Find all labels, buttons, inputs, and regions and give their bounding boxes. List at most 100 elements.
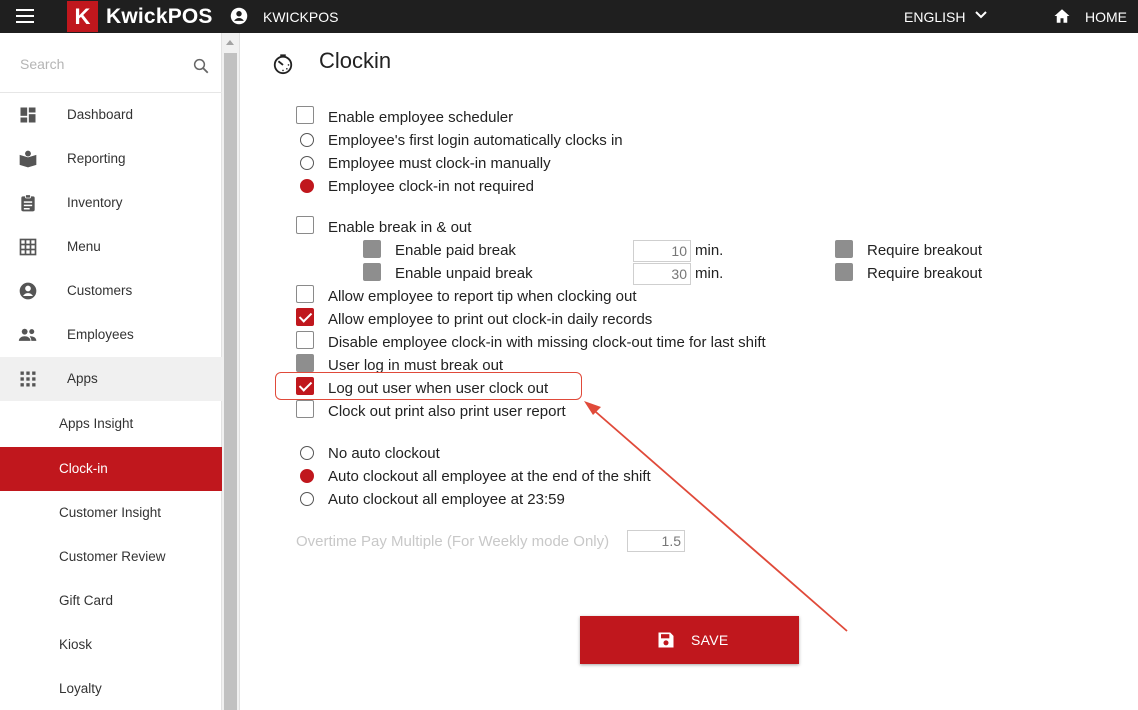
- clipboard-icon: [21, 194, 35, 212]
- sidebar-subitem-customer-insight[interactable]: Customer Insight: [0, 491, 222, 535]
- unpaid-require-breakout-checkbox[interactable]: [835, 263, 853, 281]
- sidebar-scrollbar[interactable]: [222, 33, 239, 710]
- reporting-icon: [19, 150, 37, 168]
- account-circle-icon[interactable]: [230, 7, 248, 25]
- sidebar-item-customers[interactable]: Customers: [0, 269, 222, 313]
- no-auto-clockout-label: No auto clockout: [328, 445, 440, 462]
- sidebar-item-apps[interactable]: Apps: [0, 357, 222, 401]
- no-auto-clockout-radio[interactable]: [300, 446, 314, 460]
- auto-clockout-shift-end-label: Auto clockout all employee at the end of…: [328, 468, 651, 485]
- sidebar-item-label: Inventory: [67, 195, 123, 210]
- sidebar-item-dashboard[interactable]: Dashboard: [0, 93, 222, 137]
- auto-clockout-2359-label: Auto clockout all employee at 23:59: [328, 491, 565, 508]
- apps-icon: [20, 371, 36, 387]
- main-content: Clockin Enable employee scheduler Employ…: [239, 33, 1138, 710]
- clockin-manual-radio[interactable]: [300, 156, 314, 170]
- save-button[interactable]: SAVE: [580, 616, 799, 664]
- overtime-multiplier-input[interactable]: [627, 530, 685, 552]
- sidebar-subitem-label: Customer Insight: [59, 505, 162, 520]
- unpaid-break-checkbox[interactable]: [363, 263, 381, 281]
- dashboard-icon: [20, 107, 36, 123]
- save-button-label: SAVE: [691, 632, 729, 648]
- overtime-label: Overtime Pay Multiple (For Weekly mode O…: [296, 533, 610, 550]
- sidebar-item-label: Apps: [67, 371, 98, 386]
- search-icon[interactable]: [192, 57, 210, 75]
- clockin-manual-label: Employee must clock-in manually: [328, 155, 551, 172]
- unpaid-require-breakout-label: Require breakout: [867, 265, 983, 282]
- unpaid-break-minutes-input[interactable]: [633, 263, 691, 285]
- people-icon: [18, 328, 37, 341]
- report-tip-checkbox[interactable]: [296, 285, 314, 303]
- auto-clockout-2359-radio[interactable]: [300, 492, 314, 506]
- paid-break-checkbox[interactable]: [363, 240, 381, 258]
- brand-name: KwickPOS: [106, 5, 213, 28]
- sidebar-item-label: Reporting: [67, 151, 126, 166]
- print-daily-records-label: Allow employee to print out clock-in dai…: [328, 311, 653, 328]
- sidebar-item-label: Menu: [67, 239, 101, 254]
- floppy-disk-icon: [658, 632, 674, 648]
- logout-on-clockout-label: Log out user when user clock out: [328, 380, 549, 397]
- hamburger-menu-icon[interactable]: [16, 9, 34, 24]
- must-break-out-label: User log in must break out: [328, 357, 504, 374]
- print-user-report-checkbox[interactable]: [296, 400, 314, 418]
- sidebar-item-label: Customers: [67, 283, 133, 298]
- page-title: Clockin: [319, 48, 392, 73]
- sidebar-subitem-label: Kiosk: [59, 637, 93, 652]
- enable-scheduler-label: Enable employee scheduler: [328, 109, 514, 126]
- clockin-not-required-radio[interactable]: [300, 179, 314, 193]
- logo-mark: K: [67, 1, 98, 32]
- logout-on-clockout-checkbox[interactable]: [296, 377, 314, 395]
- user-name[interactable]: KWICKPOS: [263, 9, 338, 25]
- sidebar-subitem-loyalty[interactable]: Loyalty: [0, 667, 222, 710]
- print-daily-records-checkbox[interactable]: [296, 308, 314, 326]
- paid-break-unit: min.: [695, 242, 724, 259]
- unpaid-break-label: Enable unpaid break: [395, 265, 533, 282]
- sidebar-item-label: Dashboard: [67, 107, 134, 122]
- clockin-auto-radio[interactable]: [300, 133, 314, 147]
- home-link[interactable]: HOME: [1085, 9, 1127, 25]
- unpaid-break-unit: min.: [695, 265, 724, 282]
- disable-missing-clockout-label: Disable employee clock-in with missing c…: [328, 334, 766, 351]
- sidebar-subitem-label: Loyalty: [59, 681, 102, 696]
- sidebar-item-menu[interactable]: Menu: [0, 225, 222, 269]
- account-circle-icon: [19, 282, 37, 300]
- enable-scheduler-checkbox[interactable]: [296, 106, 314, 124]
- sidebar-subitem-gift-card[interactable]: Gift Card: [0, 579, 222, 623]
- sidebar-item-employees[interactable]: Employees: [0, 313, 222, 357]
- paid-require-breakout-checkbox[interactable]: [835, 240, 853, 258]
- auto-clockout-shift-end-radio[interactable]: [300, 469, 314, 483]
- scrollbar-thumb[interactable]: [224, 53, 237, 710]
- sidebar-subitem-label: Gift Card: [59, 593, 114, 608]
- enable-break-checkbox[interactable]: [296, 216, 314, 234]
- sidebar-subitem-label: Clock-in: [59, 461, 108, 476]
- report-tip-label: Allow employee to report tip when clocki…: [328, 288, 637, 305]
- enable-break-label: Enable break in & out: [328, 219, 472, 236]
- print-user-report-label: Clock out print also print user report: [328, 403, 566, 420]
- sidebar-item-label: Employees: [67, 327, 134, 342]
- sidebar-subitem-label: Customer Review: [59, 549, 166, 564]
- clockin-auto-label: Employee's first login automatically clo…: [328, 132, 623, 149]
- sidebar-item-reporting[interactable]: Reporting: [0, 137, 222, 181]
- clockin-not-required-label: Employee clock-in not required: [328, 178, 534, 195]
- sidebar-subitem-apps-insight[interactable]: Apps Insight: [0, 402, 222, 446]
- sidebar-subitem-clock-in[interactable]: Clock-in: [0, 447, 222, 491]
- sidebar-item-inventory[interactable]: Inventory: [0, 181, 222, 225]
- sidebar: Dashboard Reporting Inventory Menu Custo…: [0, 33, 222, 710]
- paid-break-label: Enable paid break: [395, 242, 516, 259]
- sidebar-subitem-customer-review[interactable]: Customer Review: [0, 535, 222, 579]
- sidebar-subitem-kiosk[interactable]: Kiosk: [0, 623, 222, 667]
- search-input[interactable]: [20, 51, 185, 77]
- language-selector[interactable]: ENGLISH: [904, 9, 965, 25]
- timer-icon: [273, 54, 293, 75]
- disable-missing-clockout-checkbox[interactable]: [296, 331, 314, 349]
- sidebar-subitem-label: Apps Insight: [59, 416, 134, 431]
- top-bar: K KwickPOS KWICKPOS ENGLISH HOME: [0, 0, 1138, 33]
- paid-break-minutes-input[interactable]: [633, 240, 691, 262]
- home-icon[interactable]: [1053, 7, 1071, 25]
- must-break-out-checkbox[interactable]: [296, 354, 314, 372]
- paid-require-breakout-label: Require breakout: [867, 242, 983, 259]
- grid-icon: [19, 238, 37, 256]
- sidebar-search: [0, 33, 222, 93]
- chevron-down-icon[interactable]: [975, 10, 987, 20]
- scroll-up-arrow-icon[interactable]: [226, 40, 234, 45]
